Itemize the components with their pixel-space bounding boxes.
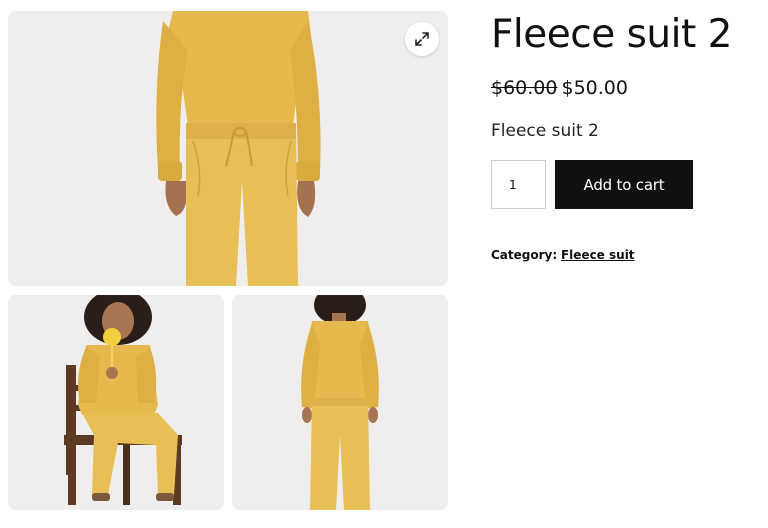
zoom-button[interactable]: [405, 22, 439, 56]
model-back-illustration: [232, 295, 448, 510]
product-meta: Category: Fleece suit: [491, 248, 635, 262]
sale-price: $50.00: [561, 77, 628, 99]
main-product-image[interactable]: [8, 11, 448, 286]
product-price: $60.00 $50.00: [491, 77, 628, 99]
add-to-cart-button[interactable]: Add to cart: [555, 160, 693, 209]
category-label: Category:: [491, 248, 558, 262]
model-front-closeup-illustration: [8, 11, 448, 286]
gallery-thumbnail-seated[interactable]: [8, 295, 224, 510]
model-seated-illustration: [8, 295, 224, 510]
short-description: Fleece suit 2: [491, 121, 599, 141]
quantity-input[interactable]: [491, 160, 546, 209]
product-title: Fleece suit 2: [491, 12, 732, 57]
regular-price: $60.00: [491, 77, 558, 99]
category-link[interactable]: Fleece suit: [561, 248, 635, 262]
gallery-thumbnail-back[interactable]: [232, 295, 448, 510]
expand-icon: [415, 32, 429, 46]
